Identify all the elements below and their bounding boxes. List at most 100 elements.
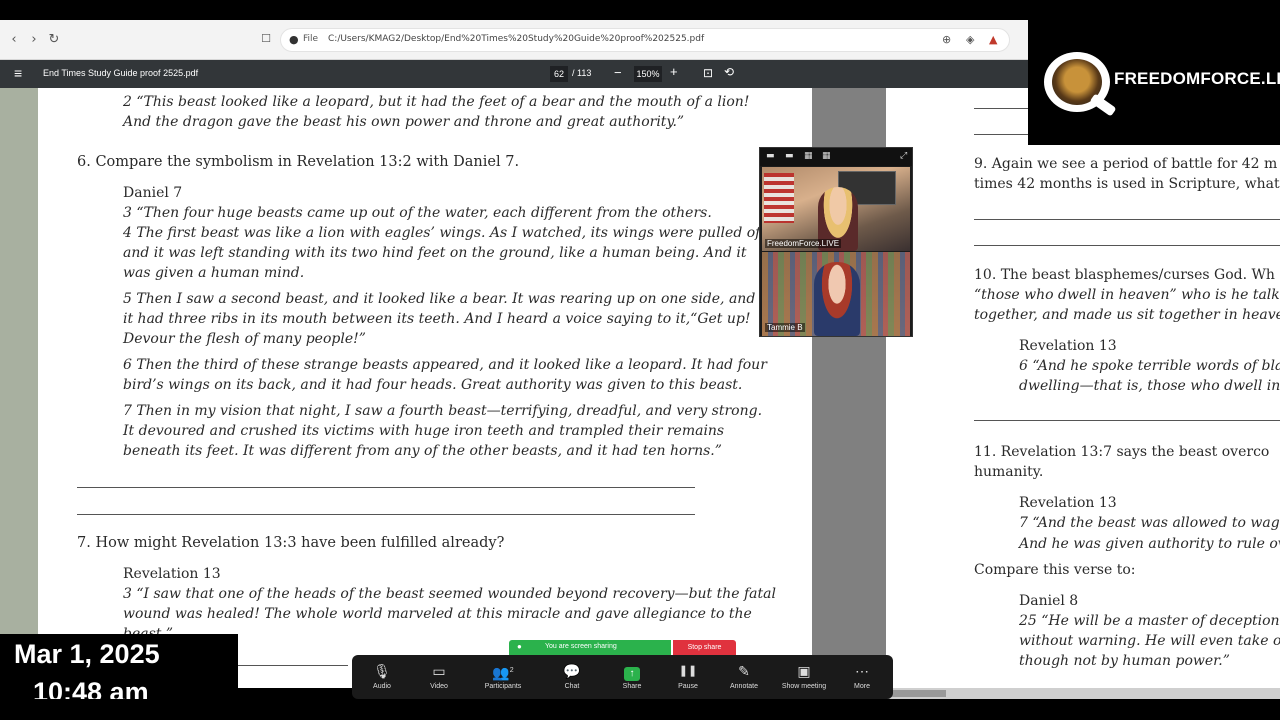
site-info-icon[interactable]: ●: [289, 33, 299, 46]
button-label: Show meeting: [781, 683, 827, 690]
minimize-icon[interactable]: ▬: [766, 151, 775, 161]
microphone-icon: 🎙: [373, 663, 391, 679]
url-text[interactable]: C:/Users/KMAG2/Desktop/End%20Times%20Stu…: [328, 34, 704, 44]
screen-sharing-banner[interactable]: ● You are screen sharing: [509, 640, 671, 655]
pdf-page-62: 2 “This beast looked like a leopard, but…: [38, 88, 812, 688]
section-heading: Revelation 13: [1019, 495, 1117, 511]
sharing-icon: ●: [517, 642, 522, 651]
verse-line: beneath its feet. It was different from …: [123, 443, 722, 459]
verse-line: 6 “And he spoke terrible words of bla: [1019, 358, 1280, 374]
question-11-cont: humanity.: [974, 464, 1044, 480]
reload-button[interactable]: ↻: [46, 32, 62, 47]
meeting-window-icon: ▣: [797, 663, 811, 679]
verse-line: 4 The first beast was like a lion with e…: [123, 225, 770, 241]
address-bar[interactable]: ● File C:/Users/KMAG2/Desktop/End%20Time…: [280, 28, 1010, 52]
stop-share-button[interactable]: Stop share: [673, 640, 736, 655]
browser-bar: ‹ › ↻ ☐ ● File C:/Users/KMAG2/Desktop/En…: [0, 20, 1028, 60]
answer-line: [77, 487, 695, 488]
verse-line: 7 “And the beast was allowed to wage w: [1019, 515, 1280, 531]
document-viewer[interactable]: 2 “This beast looked like a leopard, but…: [0, 88, 1280, 688]
annotate-button[interactable]: ✎ Annotate: [720, 661, 768, 690]
video-panel[interactable]: ▬ ▬ ▦ ▦ ⤢ FreedomForce.LIVE Tammie B: [759, 147, 913, 337]
alert-icon[interactable]: ▲: [989, 33, 997, 46]
answer-line: [77, 514, 695, 515]
shield-icon[interactable]: ◈: [966, 33, 974, 46]
menu-icon[interactable]: ≡: [14, 65, 22, 81]
answer-line: [974, 219, 1280, 220]
verse-line: though not by human power.”: [1019, 653, 1230, 669]
hide-video-icon[interactable]: ▬: [785, 151, 794, 161]
zoom-icon[interactable]: ⊕: [942, 33, 951, 46]
verse-line: 6 Then the third of these strange beasts…: [123, 357, 767, 373]
verse-line: dwelling—that is, those who dwell in h: [1019, 378, 1280, 394]
more-button[interactable]: ⋯ More: [838, 661, 886, 690]
verse-line: bird’s wings on its back, and it had fou…: [123, 377, 743, 393]
sharing-text: You are screen sharing: [545, 643, 617, 650]
verse-line: 25 “He will be a master of deception: [1019, 613, 1280, 629]
chat-button[interactable]: 💬 Chat: [548, 661, 596, 690]
participant-name: Tammie B: [765, 323, 805, 332]
share-icon: ↑: [624, 667, 640, 681]
question-9-cont: times 42 months is used in Scripture, wh…: [974, 176, 1280, 192]
participants-button[interactable]: 👥2 Participants: [479, 661, 527, 690]
answer-line: [974, 108, 1034, 109]
question-7: 7. How might Revelation 13:3 have been f…: [77, 535, 505, 551]
verse-line: 3 “Then four huge beasts came up out of …: [123, 205, 712, 221]
logo-text: FREEDOMFORCE.LIVE: [1114, 69, 1280, 88]
zoom-in-button[interactable]: +: [670, 64, 678, 79]
button-label: Participants: [484, 683, 522, 690]
pdf-toolbar: ≡ End Times Study Guide proof 2525.pdf 6…: [0, 60, 1028, 88]
button-label: Chat: [564, 683, 580, 690]
fit-page-icon[interactable]: ⊡: [703, 66, 713, 80]
verse-line: it had three ribs in its mouth between i…: [123, 311, 751, 327]
page-total: / 113: [572, 68, 592, 78]
verse-line: wound was healed! The whole world marvel…: [123, 606, 752, 622]
participant-video-1[interactable]: FreedomForce.LIVE: [762, 167, 910, 251]
page-number-input[interactable]: 62: [550, 66, 568, 82]
zoom-out-button[interactable]: −: [614, 65, 622, 80]
participant-avatar: [814, 262, 860, 336]
verse-line: And the dragon gave the beast his own po…: [123, 114, 685, 130]
question-9: 9. Again we see a period of battle for 4…: [974, 156, 1278, 172]
participants-count: 2: [509, 667, 514, 674]
participants-icon: 👥2: [479, 661, 527, 681]
verse-line: 2 “This beast looked like a leopard, but…: [123, 94, 750, 110]
horizontal-scrollbar[interactable]: [886, 688, 1280, 699]
answer-line: [974, 134, 1034, 135]
pencil-icon: ✎: [738, 663, 750, 679]
verse-line: It devoured and crushed its victims with…: [123, 423, 725, 439]
audio-button[interactable]: 🎙 Audio: [358, 661, 406, 690]
question-10-cont: “those who dwell in heaven” who is he ta…: [974, 287, 1280, 303]
file-label: File: [303, 34, 319, 44]
left-gutter: [0, 88, 38, 688]
pause-button[interactable]: ❚❚ Pause: [664, 661, 712, 690]
show-meeting-button[interactable]: ▣ Show meeting: [778, 661, 830, 690]
scroll-thumb[interactable]: [886, 690, 946, 697]
video-panel-header: ▬ ▬ ▦ ▦ ⤢: [760, 148, 912, 166]
participant-video-2[interactable]: Tammie B: [762, 252, 910, 336]
rotate-icon[interactable]: ⟲: [724, 65, 734, 79]
verse-line: Devour the flesh of many people!”: [123, 331, 366, 347]
zoom-level-input[interactable]: 150%: [634, 66, 662, 82]
expand-icon[interactable]: ⤢: [900, 151, 907, 161]
question-11: 11. Revelation 13:7 says the beast overc…: [974, 444, 1270, 460]
gallery-view-icon[interactable]: ▦: [822, 151, 831, 161]
video-button[interactable]: ▭ Video: [415, 661, 463, 690]
bookmark-icon[interactable]: ☐: [258, 32, 274, 45]
verse-line: And he was given authority to rule ove: [1019, 536, 1280, 552]
answer-line: [974, 245, 1280, 246]
flag-image: [764, 173, 794, 223]
camera-icon: ▭: [432, 663, 446, 679]
speaker-view-icon[interactable]: ▦: [804, 151, 813, 161]
compare-text: Compare this verse to:: [974, 562, 1136, 578]
button-label: More: [854, 683, 870, 690]
back-button[interactable]: ‹: [6, 32, 22, 47]
chat-icon: 💬: [563, 663, 581, 679]
share-button[interactable]: ↑ Share: [608, 661, 656, 690]
more-icon: ⋯: [855, 663, 869, 679]
bottom-black-bar: [0, 699, 1280, 720]
button-label: Annotate: [729, 683, 759, 690]
document-title: End Times Study Guide proof 2525.pdf: [43, 68, 199, 78]
button-label: Video: [430, 683, 448, 690]
forward-button[interactable]: ›: [26, 32, 42, 47]
